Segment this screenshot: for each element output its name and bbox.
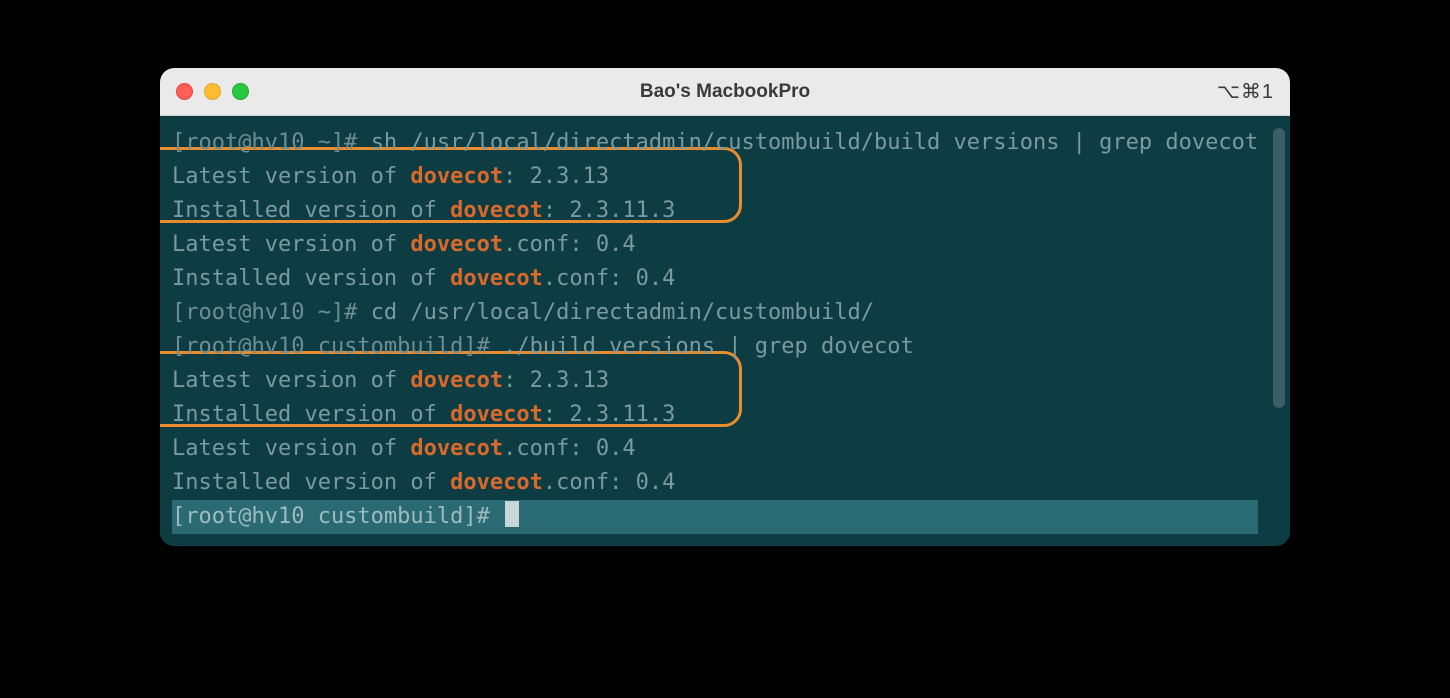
traffic-lights bbox=[176, 83, 249, 100]
maximize-icon[interactable] bbox=[232, 83, 249, 100]
highlight-match: dovecot bbox=[410, 368, 503, 393]
window-title: Bao's MacbookPro bbox=[160, 81, 1290, 103]
terminal-line: Installed version of dovecot: 2.3.11.3 bbox=[172, 194, 1278, 228]
highlight-match: dovecot bbox=[450, 470, 543, 495]
output-post: : 2.3.13 bbox=[503, 164, 609, 189]
command-text: cd /usr/local/directadmin/custombuild/ bbox=[371, 300, 874, 325]
output-post: : 2.3.11.3 bbox=[543, 198, 675, 223]
highlight-match: dovecot bbox=[450, 198, 543, 223]
prompt-text: [root@hv10 custombuild]# bbox=[172, 504, 503, 529]
output-post: .conf: 0.4 bbox=[503, 436, 635, 461]
cursor-icon bbox=[505, 501, 519, 527]
output-post: .conf: 0.4 bbox=[543, 470, 675, 495]
scrollbar[interactable] bbox=[1273, 128, 1285, 408]
terminal-line: Latest version of dovecot.conf: 0.4 bbox=[172, 228, 1278, 262]
terminal-line: Latest version of dovecot: 2.3.13 bbox=[172, 160, 1278, 194]
output-post: : 2.3.13 bbox=[503, 368, 609, 393]
terminal-line: Latest version of dovecot.conf: 0.4 bbox=[172, 432, 1278, 466]
titlebar[interactable]: Bao's MacbookPro ⌥⌘1 bbox=[160, 68, 1290, 116]
output-pre: Installed version of bbox=[172, 470, 450, 495]
highlight-match: dovecot bbox=[450, 402, 543, 427]
terminal-line: Installed version of dovecot.conf: 0.4 bbox=[172, 262, 1278, 296]
output-pre: Installed version of bbox=[172, 402, 450, 427]
minimize-icon[interactable] bbox=[204, 83, 221, 100]
output-pre: Installed version of bbox=[172, 266, 450, 291]
terminal-active-line[interactable]: [root@hv10 custombuild]# bbox=[172, 500, 1278, 534]
terminal-line: Installed version of dovecot: 2.3.11.3 bbox=[172, 398, 1278, 432]
highlight-match: dovecot bbox=[410, 164, 503, 189]
output-pre: Latest version of bbox=[172, 164, 410, 189]
output-post: : 2.3.11.3 bbox=[543, 402, 675, 427]
output-pre: Latest version of bbox=[172, 232, 410, 257]
terminal-body[interactable]: [root@hv10 ~]# sh /usr/local/directadmin… bbox=[160, 116, 1290, 546]
terminal-line: [root@hv10 custombuild]# ./build version… bbox=[172, 330, 1278, 364]
terminal-line: Installed version of dovecot.conf: 0.4 bbox=[172, 466, 1278, 500]
terminal-line: [root@hv10 ~]# cd /usr/local/directadmin… bbox=[172, 296, 1278, 330]
command-text: ./build versions | grep dovecot bbox=[503, 334, 914, 359]
command-text: sh /usr/local/directadmin/custombuild/bu… bbox=[371, 130, 1258, 155]
highlight-match: dovecot bbox=[410, 436, 503, 461]
output-pre: Installed version of bbox=[172, 198, 450, 223]
prompt-text: [root@hv10 custombuild]# bbox=[172, 334, 503, 359]
prompt-text: [root@hv10 ~]# bbox=[172, 130, 371, 155]
output-pre: Latest version of bbox=[172, 436, 410, 461]
highlight-match: dovecot bbox=[410, 232, 503, 257]
output-pre: Latest version of bbox=[172, 368, 410, 393]
close-icon[interactable] bbox=[176, 83, 193, 100]
terminal-line: [root@hv10 ~]# sh /usr/local/directadmin… bbox=[172, 126, 1278, 160]
terminal-window: Bao's MacbookPro ⌥⌘1 [root@hv10 ~]# sh /… bbox=[160, 68, 1290, 546]
output-post: .conf: 0.4 bbox=[543, 266, 675, 291]
prompt-text: [root@hv10 ~]# bbox=[172, 300, 371, 325]
output-post: .conf: 0.4 bbox=[503, 232, 635, 257]
terminal-line: Latest version of dovecot: 2.3.13 bbox=[172, 364, 1278, 398]
window-shortcut: ⌥⌘1 bbox=[1217, 79, 1274, 104]
highlight-match: dovecot bbox=[450, 266, 543, 291]
